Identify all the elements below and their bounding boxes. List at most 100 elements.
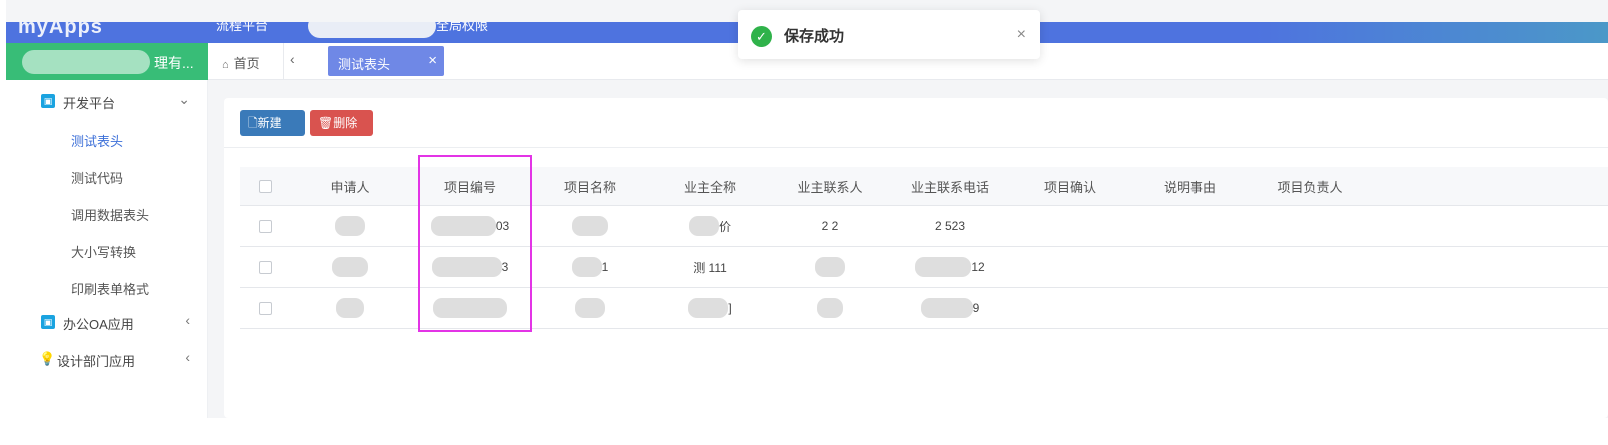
table-cell	[1130, 288, 1250, 328]
app-window: myApps 流程平台 全局权限 理有... ▣ 开发平台 ⌄ 测试表头 测试代…	[6, 0, 1608, 418]
table-cell: 9	[890, 288, 1010, 328]
table-row[interactable]: ] 9	[240, 288, 1608, 329]
close-icon[interactable]: ×	[428, 52, 437, 69]
tab-test-header[interactable]: 测试表头 ×	[328, 46, 444, 76]
table-cell	[290, 247, 410, 287]
redacted-value	[571, 257, 602, 277]
tab-label: 测试表头	[338, 57, 391, 72]
sidebar: ▣ 开发平台 ⌄ 测试表头 测试代码 调用数据表头 大小写转换 印刷表单格式 ▣…	[6, 80, 208, 418]
table-cell	[530, 206, 650, 246]
column-header[interactable]: 项目编号	[410, 167, 530, 205]
table-cell	[290, 288, 410, 328]
column-header[interactable]: 项目确认	[1010, 167, 1130, 205]
row-checkbox[interactable]	[258, 301, 272, 315]
brand-panel: 理有...	[6, 43, 208, 80]
cube-icon: ▣	[41, 94, 55, 108]
table-cell: 2 2	[821, 219, 839, 233]
chevron-left-icon: ‹	[185, 312, 190, 328]
redacted-value	[915, 257, 972, 277]
sidebar-group-label: 设计部门应用	[57, 354, 136, 369]
app-logo: myApps	[18, 22, 103, 38]
row-select-cell	[250, 206, 280, 246]
row-select-cell	[250, 288, 280, 328]
redacted-value	[430, 216, 496, 236]
company-name: 理有...	[154, 55, 194, 71]
column-header[interactable]: 项目负责人	[1250, 167, 1370, 205]
chevron-left-icon: ‹	[185, 349, 190, 365]
redacted-value	[688, 298, 729, 318]
table-cell: 2 523	[934, 219, 966, 233]
row-select-cell	[250, 247, 280, 287]
lightbulb-icon: 💡	[39, 351, 56, 366]
close-icon[interactable]: ×	[1017, 26, 1026, 44]
sidebar-group-design-dept[interactable]: 💡 设计部门应用 ‹	[6, 344, 208, 374]
redacted-value	[817, 298, 843, 318]
home-icon: ⌂	[222, 59, 229, 71]
sidebar-group-office-oa[interactable]: ▣ 办公OA应用 ‹	[6, 307, 208, 337]
table-cell: 03	[410, 206, 530, 246]
row-checkbox[interactable]	[258, 219, 272, 233]
table-cell: 12	[890, 247, 1010, 287]
table-cell	[770, 247, 890, 287]
sidebar-group-label: 开发平台	[63, 96, 116, 111]
column-header[interactable]: 业主全称	[650, 167, 770, 205]
check-circle-icon: ✓	[751, 26, 772, 47]
cube-icon: ▣	[41, 315, 55, 329]
redacted-nav-item	[308, 22, 436, 38]
redacted-value	[332, 257, 368, 277]
tab-home[interactable]: ⌂ 首页	[222, 53, 260, 72]
column-header[interactable]: 申请人	[290, 167, 410, 205]
success-toast: ✓ 保存成功 ×	[738, 10, 1040, 59]
select-all-checkbox[interactable]	[258, 179, 272, 193]
sidebar-item-test-code[interactable]: 测试代码	[71, 168, 123, 187]
delete-button-label: 删除	[333, 116, 358, 130]
redacted-value	[575, 298, 605, 318]
row-checkbox[interactable]	[258, 260, 272, 274]
toast-message: 保存成功	[784, 28, 845, 45]
file-icon: 🗋	[248, 116, 258, 130]
redacted-value	[335, 216, 365, 236]
table-cell	[1250, 206, 1370, 246]
table-cell: 1	[530, 247, 650, 287]
trash-icon: 🗑	[318, 116, 334, 130]
redacted-value	[920, 298, 973, 318]
column-header[interactable]: 项目名称	[530, 167, 650, 205]
table-cell	[770, 288, 890, 328]
nav-link-permissions[interactable]: 全局权限	[436, 22, 488, 33]
table-cell	[1130, 247, 1250, 287]
sidebar-group-dev-platform[interactable]: ▣ 开发平台 ⌄	[6, 86, 208, 116]
redacted-value	[572, 216, 608, 236]
chevron-left-icon[interactable]: ‹	[290, 51, 295, 67]
column-header[interactable]: 业主联系电话	[890, 167, 1010, 205]
nav-link-flow-platform[interactable]: 流程平台	[216, 22, 268, 33]
table-cell	[1130, 206, 1250, 246]
new-button[interactable]: 🗋新建	[240, 110, 305, 136]
table-cell: ]	[650, 288, 770, 328]
table-cell	[290, 206, 410, 246]
chevron-down-icon: ⌄	[178, 91, 190, 107]
table-row[interactable]: 03 价 2 2 2 523	[240, 206, 1608, 247]
table-cell: 3	[410, 247, 530, 287]
sidebar-item-test-header[interactable]: 测试表头	[71, 131, 123, 150]
redacted-value	[688, 216, 719, 236]
sidebar-item-case-convert[interactable]: 大小写转换	[71, 242, 136, 261]
new-button-label: 新建	[257, 116, 282, 130]
redacted-value	[336, 298, 364, 318]
table-cell	[530, 288, 650, 328]
column-header[interactable]: 说明事由	[1130, 167, 1250, 205]
tab-divider	[283, 43, 284, 80]
table-cell	[410, 288, 530, 328]
table-cell: 价	[650, 206, 770, 246]
redacted-value	[433, 298, 507, 318]
sidebar-item-call-data-header[interactable]: 调用数据表头	[71, 205, 149, 224]
sidebar-item-print-form[interactable]: 印刷表单格式	[71, 279, 149, 298]
redacted-value	[815, 257, 845, 277]
table-cell	[1010, 206, 1130, 246]
delete-button[interactable]: 🗑删除	[310, 110, 373, 136]
table-header: 申请人 项目编号 项目名称 业主全称 业主联系人 业主联系电话 项目确认 说明事…	[240, 167, 1608, 206]
table-row[interactable]: 3 1 测 111 12	[240, 247, 1608, 288]
tab-home-label: 首页	[233, 56, 260, 71]
table-cell	[1010, 247, 1130, 287]
toolbar: 🗋新建 🗑删除	[224, 98, 1608, 148]
column-header[interactable]: 业主联系人	[770, 167, 890, 205]
